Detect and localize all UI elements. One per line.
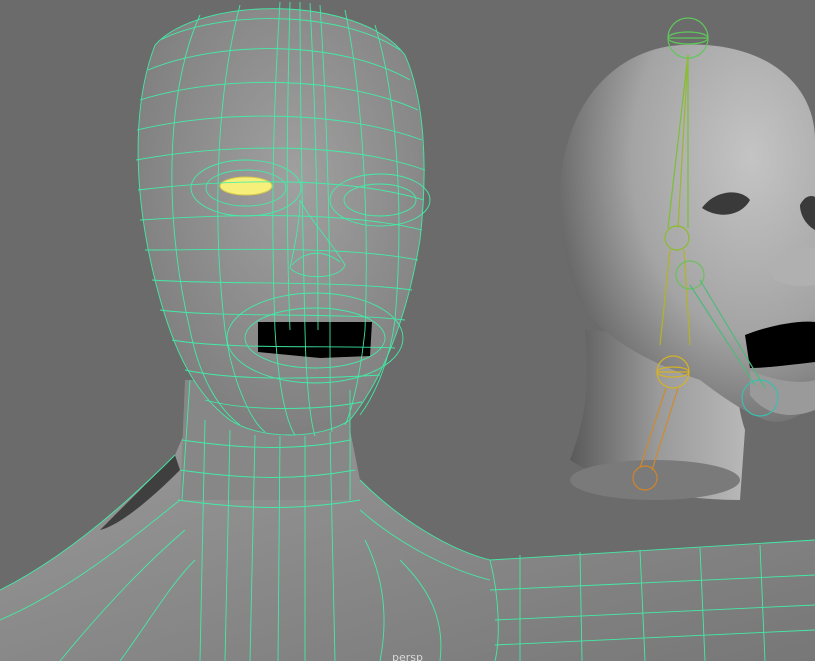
3d-viewport[interactable]: persp [0, 0, 815, 661]
selected-eye[interactable] [219, 176, 273, 196]
camera-label: persp [392, 651, 423, 661]
neck-base-cap [570, 460, 740, 500]
viewport-scene[interactable] [0, 0, 815, 661]
head-shading [138, 8, 425, 435]
